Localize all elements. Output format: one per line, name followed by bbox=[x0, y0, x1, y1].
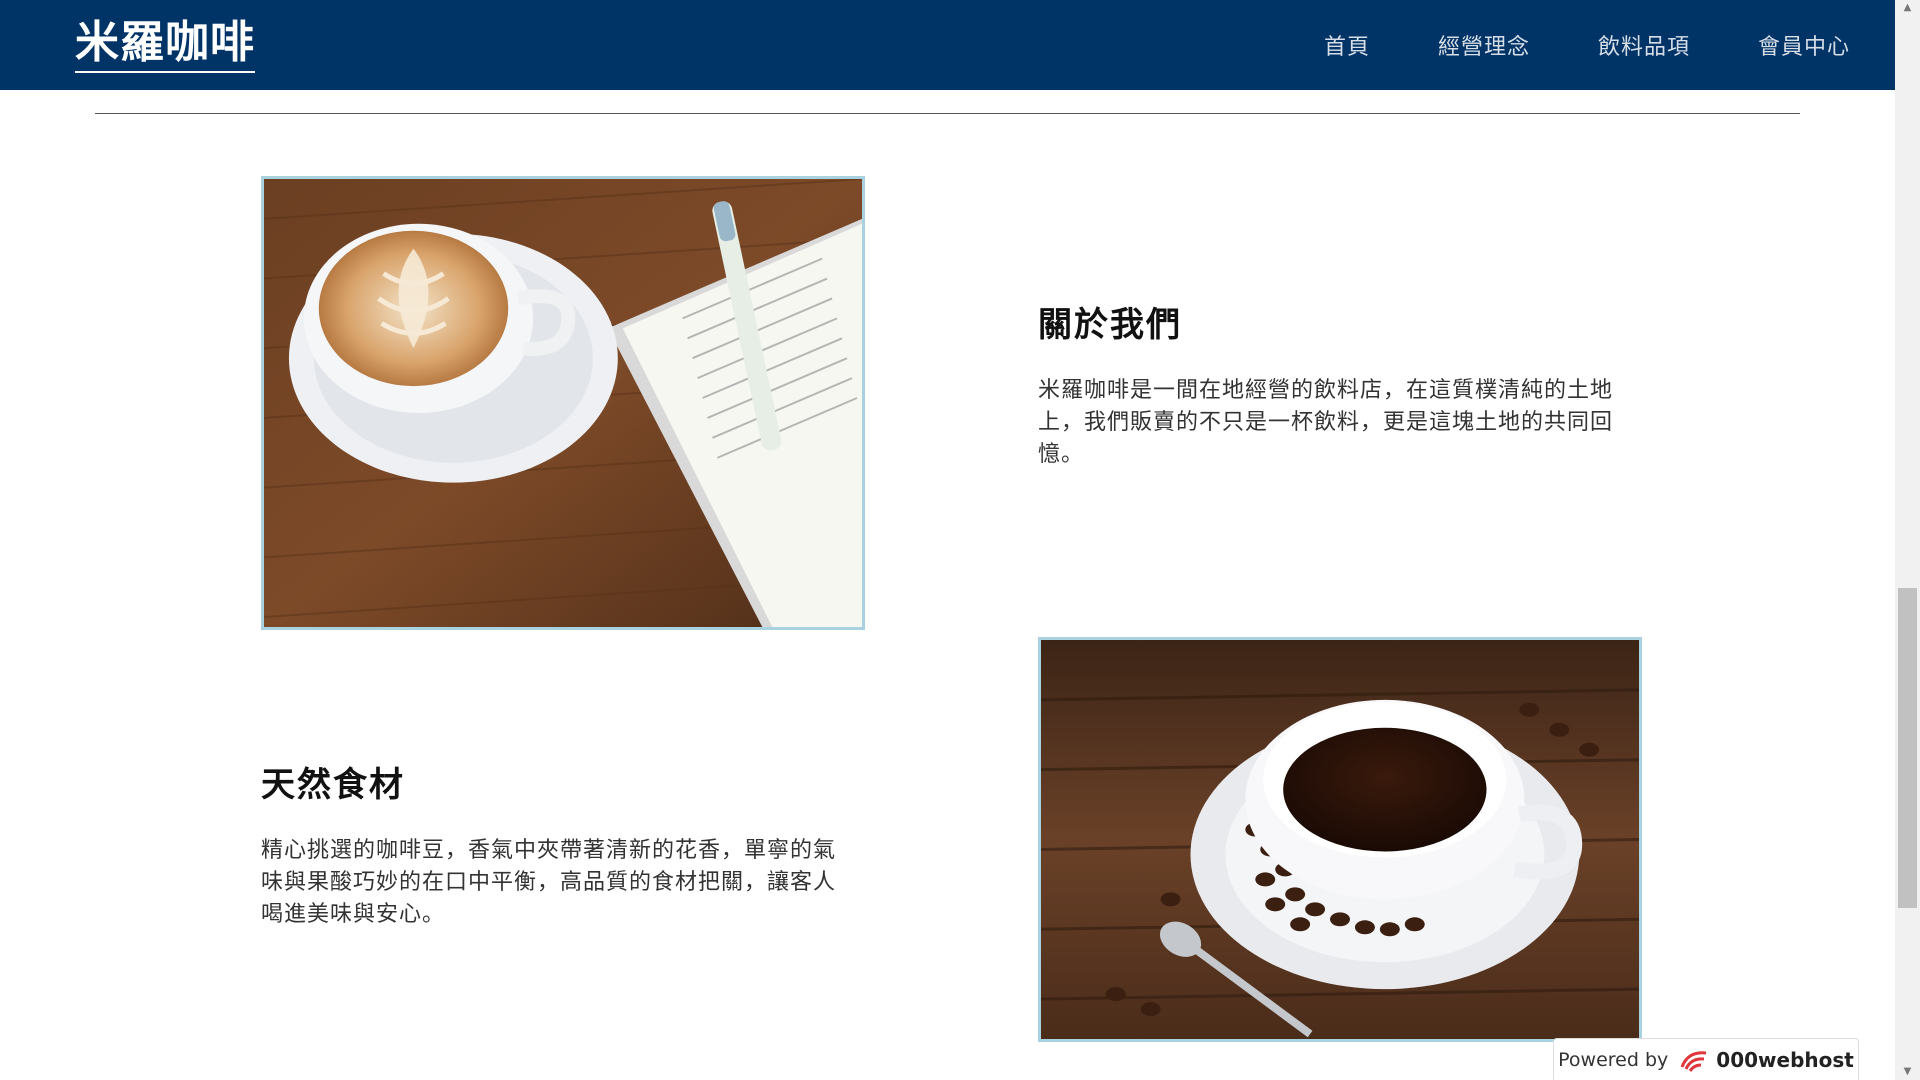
navbar: 米羅咖啡 首頁 經營理念 飲料品項 會員中心 bbox=[0, 0, 1895, 90]
powered-by-brand: 000webhost bbox=[1716, 1047, 1854, 1072]
ingredients-title: 天然食材 bbox=[261, 765, 405, 805]
page-scrollbar[interactable]: ▲ ▼ bbox=[1895, 0, 1920, 1080]
powered-by-badge[interactable]: Powered by 000webhost bbox=[1553, 1038, 1859, 1080]
ingredients-text: 精心挑選的咖啡豆，香氣中夾帶著清新的花香，單寧的氣味與果酸巧妙的在口中平衡，高品… bbox=[261, 838, 837, 927]
scrollbar-thumb[interactable] bbox=[1898, 588, 1917, 908]
black-coffee-image bbox=[1038, 637, 1642, 1042]
brand-logo[interactable]: 米羅咖啡 bbox=[75, 16, 255, 73]
nav-link-home[interactable]: 首頁 bbox=[1324, 29, 1370, 61]
section-divider bbox=[95, 113, 1800, 114]
nav-link-member[interactable]: 會員中心 bbox=[1758, 29, 1850, 61]
latte-book-image bbox=[261, 176, 865, 630]
powered-by-label: Powered by bbox=[1558, 1048, 1669, 1071]
nav-link-drinks[interactable]: 飲料品項 bbox=[1598, 29, 1690, 61]
nav-links: 首頁 經營理念 飲料品項 會員中心 bbox=[1256, 0, 1850, 90]
about-text: 米羅咖啡是一間在地經營的飲料店，在這質樸清純的土地上，我們販賣的不只是一杯飲料，… bbox=[1038, 378, 1614, 467]
about-title: 關於我們 bbox=[1038, 305, 1182, 345]
scroll-down-icon[interactable]: ▼ bbox=[1895, 1064, 1920, 1080]
nav-link-philosophy[interactable]: 經營理念 bbox=[1438, 29, 1530, 61]
scroll-up-icon[interactable]: ▲ bbox=[1895, 0, 1920, 16]
000webhost-logo-icon bbox=[1678, 1047, 1710, 1073]
